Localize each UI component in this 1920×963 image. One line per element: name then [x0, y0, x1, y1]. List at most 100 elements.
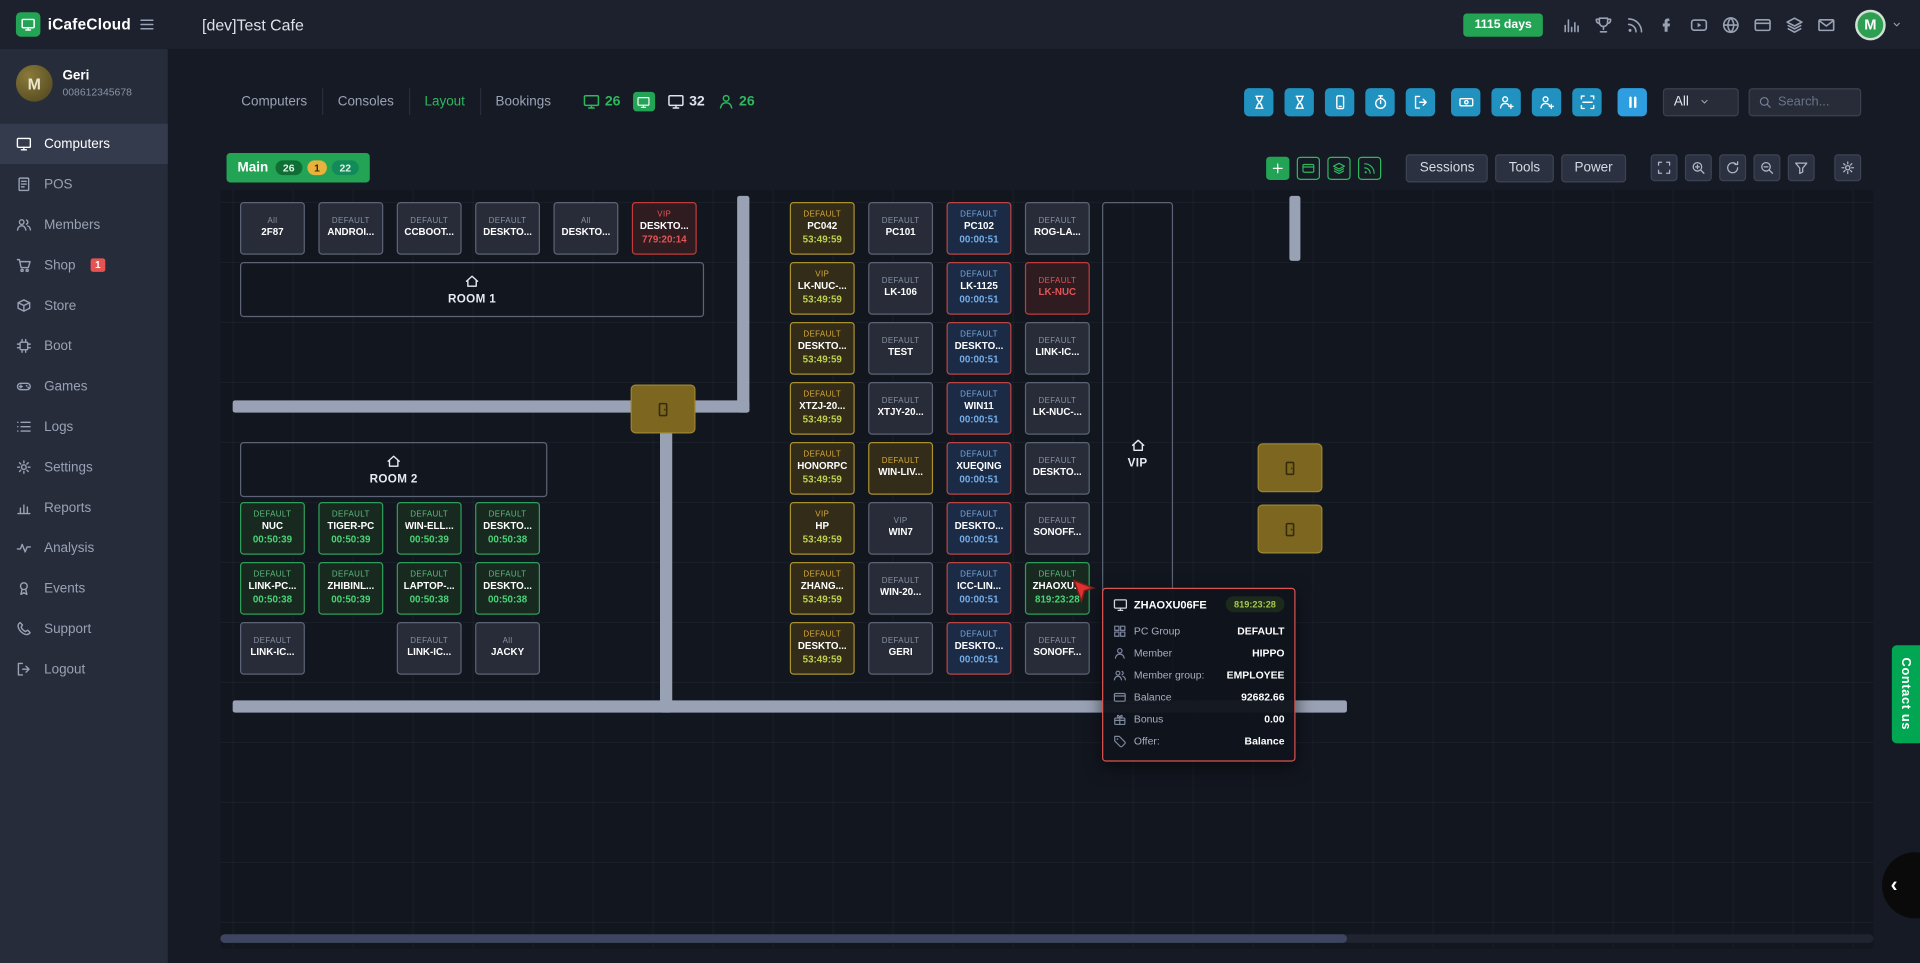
signout-button[interactable] [1406, 88, 1435, 116]
sidebar-item-games[interactable]: Games [0, 366, 168, 406]
floor-canvas[interactable]: ROOM 1ROOM 2VIPAll2F87DEFAULTANDROI...DE… [220, 190, 1873, 949]
pc-tile-icc-lin[interactable]: DEFAULTICC-LIN...00:00:51 [947, 562, 1012, 615]
pc-tile-deskto[interactable]: DEFAULTDESKTO...00:00:51 [947, 322, 1012, 375]
stopwatch-button[interactable] [1365, 88, 1394, 116]
pc-tile-nuc[interactable]: DEFAULTNUC00:50:39 [240, 502, 305, 555]
layers-button[interactable] [1785, 15, 1803, 33]
pc-tile-deskto[interactable]: AllDESKTO... [553, 202, 618, 255]
pc-tile-win-ell[interactable]: DEFAULTWIN-ELL...00:50:39 [397, 502, 462, 555]
pc-tile-deskto[interactable]: DEFAULTDESKTO...53:49:59 [790, 322, 855, 375]
sidebar-item-boot[interactable]: Boot [0, 326, 168, 366]
tool-layers-button[interactable] [1328, 156, 1351, 179]
contact-us-button[interactable]: Contact us [1892, 645, 1920, 743]
fullscreen-button[interactable] [1651, 154, 1678, 181]
tab-computers[interactable]: Computers [227, 88, 322, 115]
tab-layout[interactable]: Layout [409, 88, 480, 115]
tool-card-button[interactable] [1297, 156, 1320, 179]
stats-button[interactable] [1562, 15, 1580, 33]
pc-tile-link-ic[interactable]: DEFAULTLINK-IC... [240, 622, 305, 675]
pc-tile-sonoff[interactable]: DEFAULTSONOFF... [1025, 502, 1090, 555]
pc-tile-link-pc[interactable]: DEFAULTLINK-PC...00:50:38 [240, 562, 305, 615]
pc-tile-sonoff[interactable]: DEFAULTSONOFF... [1025, 622, 1090, 675]
filter-select[interactable]: All [1663, 88, 1739, 116]
pc-tile-test[interactable]: DEFAULTTEST [868, 322, 933, 375]
pc-tile-xueqing[interactable]: DEFAULTXUEQING00:00:51 [947, 442, 1012, 495]
pc-tile-deskto[interactable]: DEFAULTDESKTO...00:50:38 [475, 502, 540, 555]
tool-broadcast-button[interactable] [1359, 156, 1382, 179]
sidebar-item-logout[interactable]: Logout [0, 649, 168, 689]
sidebar-item-pos[interactable]: POS [0, 164, 168, 204]
door[interactable] [1258, 504, 1323, 553]
sessions-button[interactable]: Sessions [1406, 154, 1488, 182]
pc-tile-rog-la[interactable]: DEFAULTROG-LA... [1025, 202, 1090, 255]
pc-tile-pc042[interactable]: DEFAULTPC04253:49:59 [790, 202, 855, 255]
sidebar-user[interactable]: M Geri 008612345678 [0, 49, 168, 119]
sidebar-item-events[interactable]: Events [0, 568, 168, 608]
sidebar-item-logs[interactable]: Logs [0, 407, 168, 447]
scan-button[interactable] [1572, 88, 1601, 116]
menu-toggle-button[interactable] [138, 16, 155, 33]
pc-tile-win-liv[interactable]: DEFAULTWIN-LIV... [868, 442, 933, 495]
pc-tile-geri[interactable]: DEFAULTGERI [868, 622, 933, 675]
sidebar-item-store[interactable]: Store [0, 285, 168, 325]
pc-tile-androi[interactable]: DEFAULTANDROI... [318, 202, 383, 255]
pc-tile-lk-nuc[interactable]: DEFAULTLK-NUC-... [1025, 382, 1090, 435]
power-button[interactable]: Power [1561, 154, 1626, 182]
pc-tile-ccboot[interactable]: DEFAULTCCBOOT... [397, 202, 462, 255]
pc-tile-pc101[interactable]: DEFAULTPC101 [868, 202, 933, 255]
pc-tile-hp[interactable]: VIPHP53:49:59 [790, 502, 855, 555]
add-member-button[interactable] [1491, 88, 1520, 116]
mail-button[interactable] [1817, 15, 1835, 33]
pc-tile-link-ic[interactable]: DEFAULTLINK-IC... [1025, 322, 1090, 375]
hourglass-alt-button[interactable] [1284, 88, 1313, 116]
door[interactable] [631, 384, 696, 433]
pc-tile-lk-nuc[interactable]: DEFAULTLK-NUC [1025, 262, 1090, 315]
sidebar-item-computers[interactable]: Computers [0, 124, 168, 164]
pc-tile-laptop[interactable]: DEFAULTLAPTOP-...00:50:38 [397, 562, 462, 615]
pc-tile-deskto[interactable]: DEFAULTDESKTO...00:50:38 [475, 562, 540, 615]
add-zone-button[interactable] [1267, 156, 1290, 179]
pc-tile-lk-nuc[interactable]: VIPLK-NUC-...53:49:59 [790, 262, 855, 315]
pc-tile-win7[interactable]: VIPWIN7 [868, 502, 933, 555]
search-input[interactable] [1778, 94, 1851, 109]
sidebar-item-support[interactable]: Support [0, 609, 168, 649]
tab-consoles[interactable]: Consoles [322, 88, 409, 115]
pc-tile-lk-1125[interactable]: DEFAULTLK-112500:00:51 [947, 262, 1012, 315]
zone-main-button[interactable]: Main 26122 [227, 153, 370, 182]
chat-fab-button[interactable]: ‹ [1882, 852, 1920, 918]
sidebar-item-members[interactable]: Members [0, 204, 168, 244]
subscription-days-badge[interactable]: 1115 days [1464, 13, 1543, 36]
pc-tile-2f87[interactable]: All2F87 [240, 202, 305, 255]
facebook-button[interactable] [1658, 15, 1676, 33]
settings-button[interactable] [1834, 154, 1861, 181]
sidebar-item-shop[interactable]: Shop1 [0, 245, 168, 285]
money-button[interactable] [1451, 88, 1480, 116]
pc-tile-deskto[interactable]: DEFAULTDESKTO... [475, 202, 540, 255]
hourglass-button[interactable] [1244, 88, 1273, 116]
website-button[interactable] [1722, 15, 1740, 33]
sidebar-item-analysis[interactable]: Analysis [0, 528, 168, 568]
refresh-button[interactable] [1719, 154, 1746, 181]
pause-button[interactable] [1618, 88, 1647, 116]
pc-tile-deskto[interactable]: DEFAULTDESKTO... [1025, 442, 1090, 495]
zoom-in-button[interactable] [1685, 154, 1712, 181]
pc-tile-link-ic[interactable]: DEFAULTLINK-IC... [397, 622, 462, 675]
pc-tile-jacky[interactable]: AllJACKY [475, 622, 540, 675]
add-guest-button[interactable] [1532, 88, 1561, 116]
pc-tile-win11[interactable]: DEFAULTWIN1100:00:51 [947, 382, 1012, 435]
pc-tile-zhibinl[interactable]: DEFAULTZHIBINL...00:50:39 [318, 562, 383, 615]
horizontal-scrollbar[interactable] [220, 934, 1873, 943]
pc-tile-deskto[interactable]: DEFAULTDESKTO...00:00:51 [947, 622, 1012, 675]
pc-tile-lk-106[interactable]: DEFAULTLK-106 [868, 262, 933, 315]
filter-button[interactable] [1788, 154, 1815, 181]
zoom-out-button[interactable] [1753, 154, 1780, 181]
pc-tile-win-20[interactable]: DEFAULTWIN-20... [868, 562, 933, 615]
sidebar-item-reports[interactable]: Reports [0, 487, 168, 527]
rss-button[interactable] [1626, 15, 1644, 33]
pc-tile-deskto[interactable]: VIPDESKTO...779:20:14 [632, 202, 697, 255]
pc-tile-pc102[interactable]: DEFAULTPC10200:00:51 [947, 202, 1012, 255]
account-menu[interactable]: M [1855, 9, 1903, 40]
trophy-button[interactable] [1594, 15, 1612, 33]
door[interactable] [1258, 443, 1323, 492]
pc-tile-deskto[interactable]: DEFAULTDESKTO...00:00:51 [947, 502, 1012, 555]
